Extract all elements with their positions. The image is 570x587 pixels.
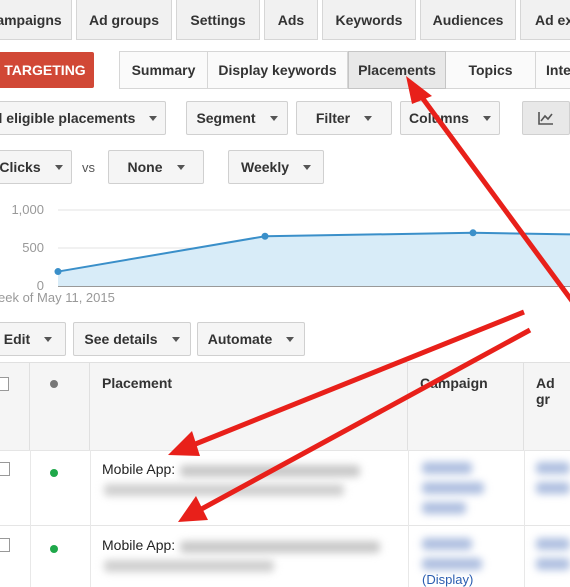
clicks-chart <box>54 209 570 287</box>
header-adgroup[interactable]: Ad gr <box>524 362 570 450</box>
tab-settings[interactable]: Settings <box>176 0 260 40</box>
column-divider <box>408 450 409 587</box>
select-all-checkbox[interactable] <box>0 377 9 391</box>
column-divider <box>524 450 525 587</box>
campaign-header-label: Campaign <box>420 375 488 391</box>
arrowhead-icon <box>178 496 208 522</box>
status-dot <box>50 469 58 477</box>
period-label: Weekly <box>241 159 289 175</box>
vs-label: vs <box>82 160 95 175</box>
campaign-type-label: (Display) <box>422 572 474 587</box>
tab-ads[interactable]: Ads <box>264 0 318 40</box>
data-point[interactable] <box>54 268 62 276</box>
period-dropdown[interactable]: Weekly <box>228 150 324 184</box>
blurred-placement-id <box>180 541 380 553</box>
blurred-campaign-name <box>422 538 472 550</box>
subtab-interests[interactable]: Inte <box>536 51 570 89</box>
x-axis-label: eek of May 11, 2015 <box>0 290 115 305</box>
row-divider <box>0 525 570 526</box>
eligible-placements-label: l eligible placements <box>0 110 136 126</box>
blurred-campaign-name <box>422 482 484 494</box>
tab-audiences[interactable]: Audiences <box>420 0 516 40</box>
see-details-label: See details <box>84 331 158 347</box>
compare-metric-dropdown[interactable]: None <box>108 150 204 184</box>
placement-name[interactable]: Mobile App: <box>102 461 175 477</box>
blurred-adgroup-name <box>536 538 570 550</box>
automate-label: Automate <box>207 331 273 347</box>
data-point[interactable] <box>261 232 269 240</box>
chevron-down-icon <box>482 115 491 121</box>
chevron-down-icon <box>303 164 311 170</box>
blurred-adgroup-name <box>536 482 570 494</box>
columns-dropdown[interactable]: Columns <box>400 101 500 135</box>
chevron-down-icon <box>364 115 373 121</box>
subtab-summary[interactable]: Summary <box>120 51 208 89</box>
blurred-adgroup-name <box>536 462 570 474</box>
chevron-down-icon <box>286 336 295 342</box>
tab-ad-groups[interactable]: Ad groups <box>76 0 172 40</box>
compare-label: None <box>127 159 163 175</box>
filter-dropdown[interactable]: Filter <box>296 101 392 135</box>
chevron-down-icon <box>54 164 63 170</box>
metric-label: Clicks <box>0 159 41 175</box>
blurred-campaign-name <box>422 558 482 570</box>
blurred-adgroup-name <box>536 558 570 570</box>
placement-header-label: Placement <box>102 375 173 391</box>
blurred-placement-id <box>104 484 344 496</box>
tab-ad-extensions[interactable]: Ad ex <box>520 0 570 40</box>
column-divider <box>90 450 91 587</box>
status-dot <box>50 545 58 553</box>
chevron-down-icon <box>269 115 278 121</box>
blurred-campaign-name <box>422 462 472 474</box>
blurred-placement-id <box>104 560 274 572</box>
chevron-down-icon <box>149 115 158 121</box>
automate-dropdown[interactable]: Automate <box>197 322 305 356</box>
chevron-down-icon <box>176 164 185 170</box>
blurred-campaign-name <box>422 502 466 514</box>
header-status-cell <box>30 362 90 450</box>
see-details-dropdown[interactable]: See details <box>73 322 191 356</box>
row-divider <box>0 450 570 451</box>
line-chart-icon <box>538 112 553 125</box>
chart-toggle-button[interactable] <box>522 101 570 135</box>
eligible-placements-dropdown[interactable]: l eligible placements <box>0 101 166 135</box>
status-column-icon <box>50 380 58 388</box>
edit-dropdown[interactable]: Edit <box>0 322 66 356</box>
data-point[interactable] <box>469 229 477 237</box>
placement-name[interactable]: Mobile App: <box>102 537 175 553</box>
targeting-button[interactable]: TARGETING <box>0 52 94 88</box>
segment-dropdown[interactable]: Segment <box>186 101 288 135</box>
header-campaign[interactable]: Campaign <box>408 362 524 450</box>
edit-label: Edit <box>3 331 31 347</box>
row-checkbox[interactable] <box>0 462 10 476</box>
metric-dropdown[interactable]: Clicks <box>0 150 72 184</box>
blurred-placement-id <box>180 465 360 477</box>
adgroup-header-label: Ad gr <box>536 375 555 407</box>
chevron-down-icon <box>171 336 180 342</box>
columns-label: Columns <box>409 110 469 126</box>
chevron-down-icon <box>44 336 53 342</box>
header-checkbox-cell <box>0 362 30 450</box>
filter-label: Filter <box>315 110 351 126</box>
segment-label: Segment <box>196 110 256 126</box>
subtab-placements[interactable]: Placements <box>348 51 446 89</box>
tab-keywords[interactable]: Keywords <box>322 0 416 40</box>
header-placement[interactable]: Placement <box>90 362 408 450</box>
subtab-display-keywords[interactable]: Display keywords <box>208 51 348 89</box>
tab-campaigns[interactable]: ampaigns <box>0 0 72 40</box>
column-divider <box>30 450 31 587</box>
subtab-topics[interactable]: Topics <box>446 51 536 89</box>
row-checkbox[interactable] <box>0 538 10 552</box>
